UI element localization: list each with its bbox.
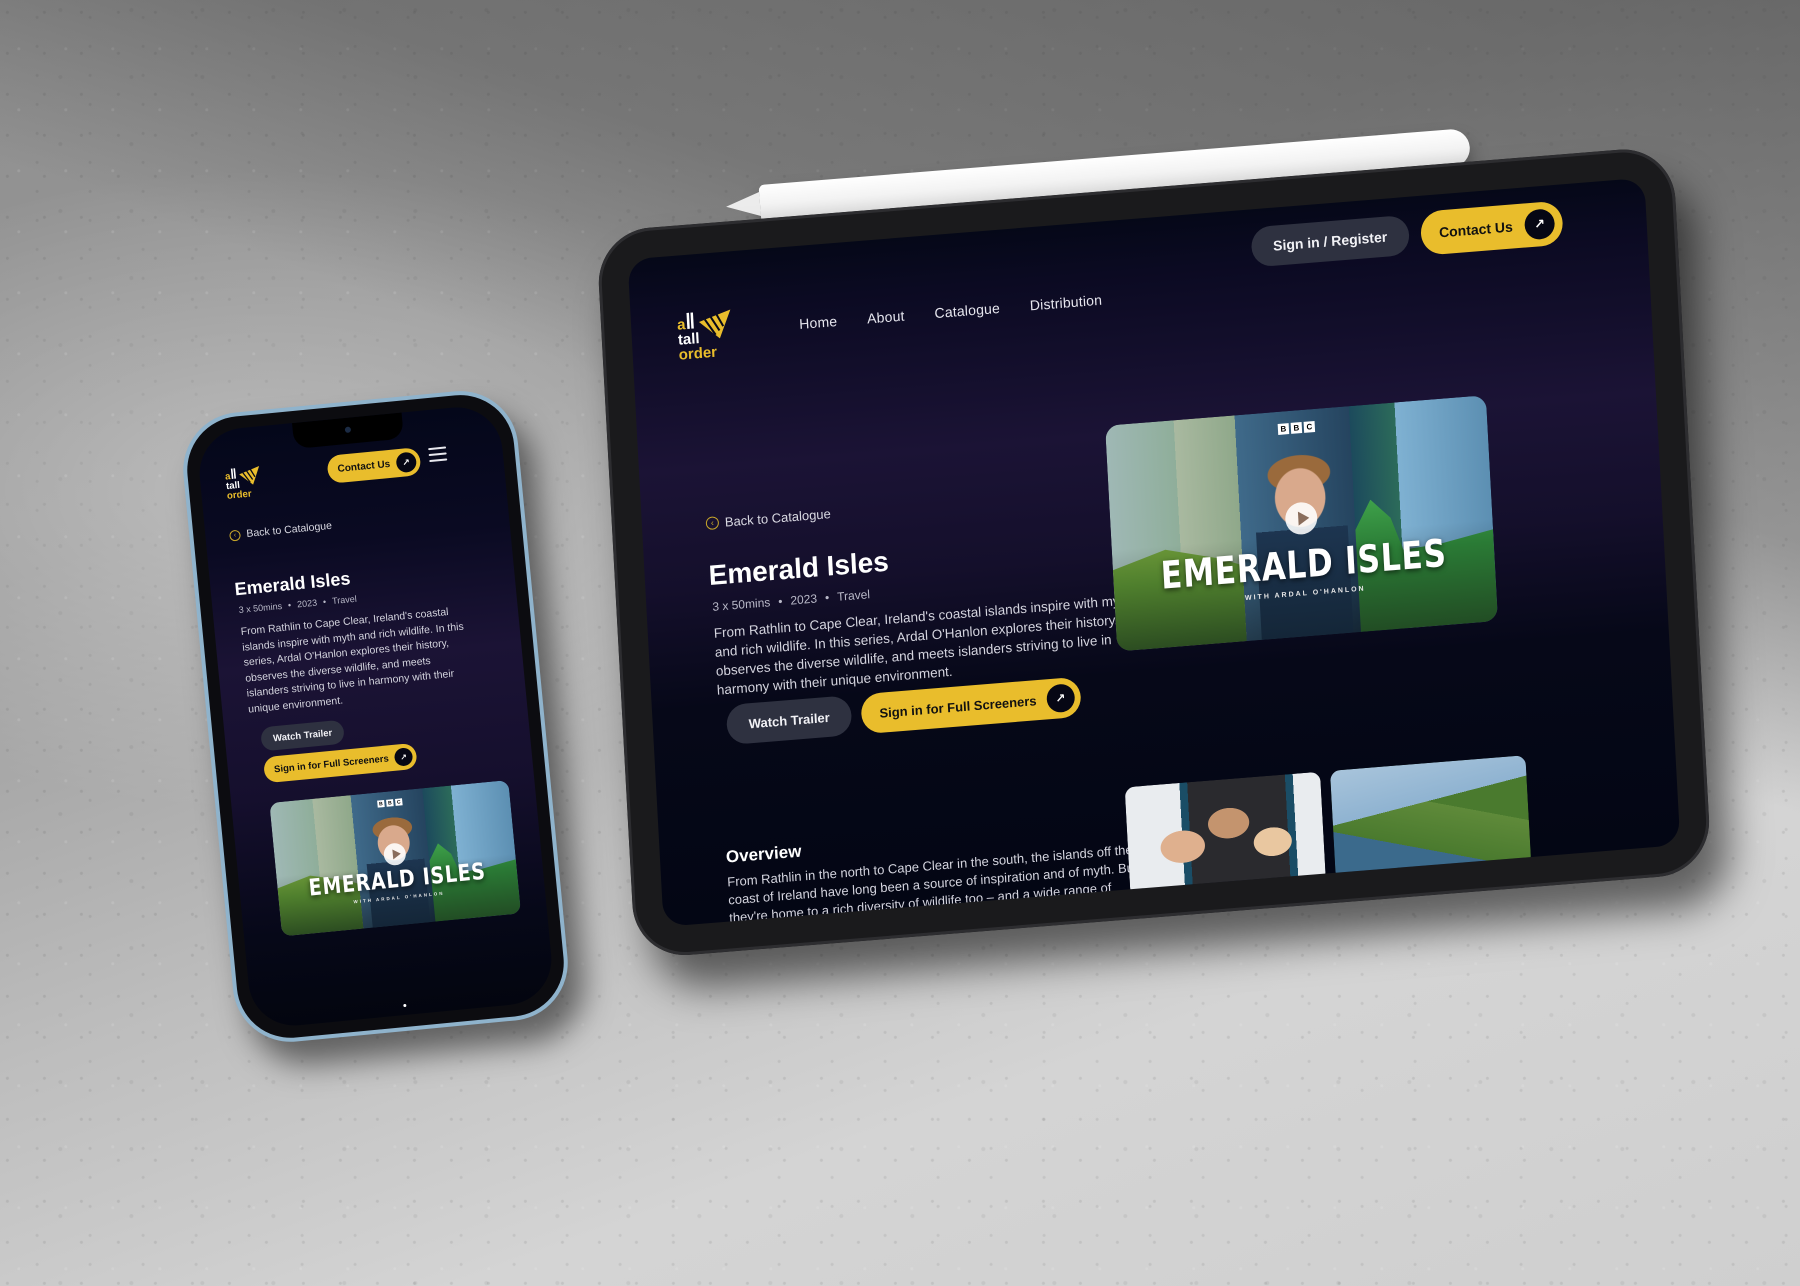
genre-info: Travel (836, 587, 871, 604)
back-label: Back to Catalogue (724, 506, 832, 530)
gallery-image-coast[interactable] (1329, 755, 1532, 881)
separator-dot: • (777, 594, 783, 609)
separator-dot: • (287, 600, 292, 611)
year-info: 2023 (296, 597, 318, 610)
nav-catalogue[interactable]: Catalogue (934, 300, 1000, 321)
trailer-poster[interactable]: B B C EMERALD ISLES WITH ARDAL O'HANLON (1105, 395, 1499, 652)
genre-info: Travel (331, 593, 358, 607)
back-to-catalogue-link[interactable]: ‹ Back to Catalogue (705, 506, 831, 531)
separator-dot: • (824, 590, 830, 605)
bbc-logo: B B C (1277, 420, 1316, 435)
logo-icon: a tall order (677, 309, 731, 364)
watch-trailer-button[interactable]: Watch Trailer (260, 719, 346, 752)
description: From Rathlin to Cape Clear, Ireland's co… (240, 605, 465, 716)
image-gallery (1124, 755, 1532, 898)
main-nav: Home About Catalogue Distribution (799, 292, 1103, 332)
overview-heading: Overview (725, 841, 802, 867)
chevron-left-icon: ‹ (228, 529, 241, 542)
gallery-image-islanders[interactable] (1124, 771, 1326, 898)
phone-notch (292, 412, 404, 449)
nav-home[interactable]: Home (799, 313, 838, 332)
bbc-logo: B B C (377, 798, 403, 808)
nav-about[interactable]: About (867, 308, 905, 327)
watch-trailer-button[interactable]: Watch Trailer (725, 695, 853, 746)
screeners-label: Sign in for Full Screeners (273, 752, 390, 775)
logo-icon: a tall order (225, 465, 260, 502)
tablet-screen: a tall order Home About Catalogue Distri… (627, 177, 1681, 927)
back-to-catalogue-link[interactable]: ‹ Back to Catalogue (228, 519, 333, 542)
contact-us-button[interactable]: Contact Us ↗ (1419, 200, 1564, 256)
watch-trailer-label: Watch Trailer (272, 727, 333, 744)
contact-label: Contact Us (1438, 218, 1514, 241)
site-logo[interactable]: a tall order (223, 464, 266, 502)
home-indicator (403, 1003, 407, 1008)
episodes-info: 3 x 50mins (712, 595, 771, 614)
tablet-device: a tall order Home About Catalogue Distri… (596, 145, 1712, 960)
site-logo[interactable]: a tall order (674, 307, 739, 364)
nav-distribution[interactable]: Distribution (1029, 292, 1102, 314)
arrow-up-right-icon: ↗ (393, 747, 414, 767)
phone-device: a tall order Contact Us ↗ ‹ Back to Cata… (178, 385, 574, 1048)
episodes-info: 3 x 50mins (238, 600, 283, 616)
watch-trailer-label: Watch Trailer (748, 709, 831, 731)
arrow-up-right-icon: ↗ (395, 451, 418, 474)
arrow-up-right-icon: ↗ (1045, 683, 1076, 714)
back-label: Back to Catalogue (245, 519, 333, 540)
contact-us-button[interactable]: Contact Us ↗ (326, 447, 422, 484)
contact-label: Contact Us (337, 458, 391, 475)
sign-in-register-button[interactable]: Sign in / Register (1250, 214, 1411, 268)
arrow-up-right-icon: ↗ (1523, 208, 1556, 241)
trailer-poster[interactable]: B B C EMERALD ISLES WITH ARDAL O'HANLON (269, 780, 522, 937)
year-info: 2023 (790, 591, 818, 608)
camera-icon (344, 426, 352, 434)
svg-text:order: order (226, 488, 252, 501)
page-title: Emerald Isles (707, 545, 890, 592)
svg-text:order: order (678, 344, 717, 364)
title-meta: 3 x 50mins • 2023 • Travel (712, 587, 870, 614)
hamburger-menu-icon[interactable] (428, 446, 448, 466)
chevron-left-icon: ‹ (705, 516, 720, 531)
separator-dot: • (322, 596, 327, 607)
phone-screen: a tall order Contact Us ↗ ‹ Back to Cata… (195, 403, 556, 1030)
screeners-label: Sign in for Full Screeners (879, 692, 1037, 721)
sign-in-label: Sign in / Register (1272, 228, 1388, 254)
